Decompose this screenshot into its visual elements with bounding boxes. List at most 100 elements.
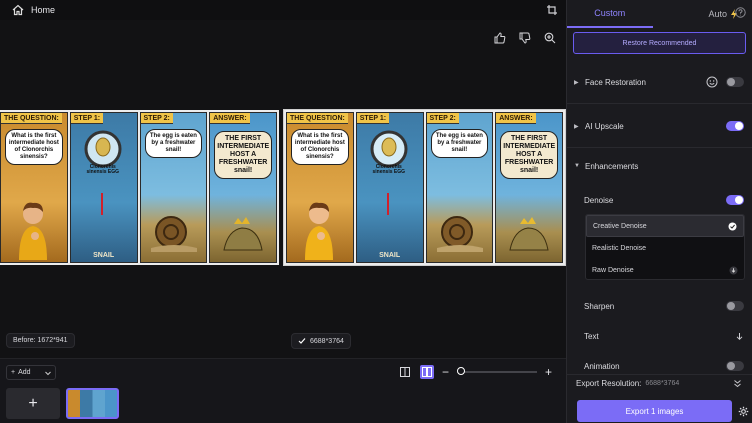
sharpen-toggle[interactable] [726, 301, 744, 311]
enhancements-row[interactable]: ▼ Enhancements [566, 158, 752, 174]
add-dropdown-button[interactable]: + Add [6, 365, 56, 380]
after-image: THE QUESTION: What is the first intermed… [283, 109, 566, 266]
comic-panel: STEP 1: Clonorchis sinensis EGG SNAIL [355, 112, 424, 263]
tab-custom-label: Custom [594, 8, 626, 18]
plus-icon: + [11, 369, 16, 376]
denoise-toggle[interactable] [726, 195, 744, 205]
ai-upscale-row[interactable]: ▶ AI Upscale [566, 118, 752, 134]
comic-panel: STEP 2: The egg is eaten by a freshwater… [139, 112, 208, 263]
face-restoration-label: Face Restoration [585, 77, 646, 87]
speech-bubble: What is the first intermediate host of C… [5, 129, 63, 165]
option-label: Creative Denoise [593, 222, 647, 230]
speech-bubble: What is the first intermediate host of C… [291, 129, 349, 165]
tab-auto-label: Auto [708, 9, 727, 19]
text-row[interactable]: Text [576, 328, 752, 344]
caret-right-icon: ▶ [574, 123, 579, 130]
download-icon[interactable] [729, 266, 738, 275]
enhancements-label: Enhancements [585, 161, 639, 171]
image-thumbnail[interactable] [66, 388, 119, 419]
denoise-option-raw[interactable]: Raw Denoise [586, 259, 744, 281]
panel-title: ANSWER: [496, 113, 536, 124]
red-arrow [100, 193, 103, 215]
help-icon[interactable] [735, 7, 746, 18]
app-window: Home THE QUESTION: What is the first int… [0, 0, 752, 423]
face-icon[interactable] [706, 76, 718, 88]
text-label: Text [584, 331, 599, 341]
export-resolution-label: Export Resolution: [576, 379, 642, 388]
view-controls: − + [398, 365, 552, 379]
boy-illustration [305, 202, 333, 260]
single-view-icon [400, 367, 410, 377]
boy-illustration [19, 202, 47, 260]
top-bar: Home [0, 0, 566, 20]
thumbs-up-icon[interactable] [494, 32, 506, 44]
zoom-slider[interactable] [457, 367, 538, 375]
denoise-row[interactable]: Denoise [576, 192, 752, 208]
option-label: Realistic Denoise [592, 244, 647, 252]
mode-tabs: Custom Auto [567, 0, 752, 28]
animation-label: Animation [584, 361, 620, 371]
zoom-in-icon[interactable] [544, 32, 556, 44]
comic-panel: ANSWER: THE FIRST INTERMEDIATE HOST A FR… [209, 112, 277, 263]
divider [566, 147, 752, 148]
single-view-button[interactable] [398, 365, 412, 379]
egg-label: Clonorchis sinensis EGG [372, 164, 405, 175]
tab-custom[interactable]: Custom [567, 0, 653, 28]
thumbs-down-icon[interactable] [519, 32, 531, 44]
canvas-toolbar [494, 32, 556, 44]
snail-label: SNAIL [93, 252, 115, 259]
speech-bubble: The egg is eaten by a freshwater snail! [430, 129, 489, 158]
comic-panel: ANSWER: THE FIRST INTERMEDIATE HOST A FR… [495, 112, 563, 263]
snail-king-illustration [223, 217, 263, 251]
panel-title: STEP 2: [426, 113, 459, 124]
snail-label: SNAIL [379, 252, 401, 259]
check-circle-icon [728, 222, 737, 230]
divider [566, 103, 752, 104]
compare-view-button[interactable] [420, 365, 434, 379]
download-arrow-icon[interactable] [735, 332, 744, 341]
ai-upscale-label: AI Upscale [585, 121, 624, 131]
export-button[interactable]: Export 1 images [577, 400, 732, 422]
export-resolution-row[interactable]: Export Resolution: 6688*3764 [566, 374, 752, 392]
answer-bubble: THE FIRST INTERMEDIATE HOST A FRESHWATER… [500, 131, 558, 179]
panel-title: STEP 2: [140, 113, 173, 124]
home-icon[interactable] [12, 4, 24, 16]
comic-panel: THE QUESTION: What is the first intermed… [286, 112, 354, 263]
add-image-tile[interactable]: + [6, 388, 60, 419]
sharpen-row[interactable]: Sharpen [576, 298, 752, 314]
denoise-label: Denoise [584, 195, 614, 205]
chevron-down-icon [45, 371, 51, 375]
crop-icon[interactable] [546, 4, 558, 16]
double-chevron-down-icon[interactable] [733, 379, 742, 388]
animation-row[interactable]: Animation [576, 358, 752, 374]
thumbnail-strip: + Add + − + [0, 358, 566, 423]
before-resolution-tag: Before: 1672*941 [6, 333, 75, 348]
denoise-options-list: Creative Denoise Realistic Denoise Raw D… [585, 214, 745, 280]
zoom-in-button[interactable]: + [545, 366, 552, 378]
image-canvas[interactable]: THE QUESTION: What is the first intermed… [0, 20, 566, 358]
before-image: THE QUESTION: What is the first intermed… [0, 110, 279, 265]
denoise-option-creative[interactable]: Creative Denoise [586, 215, 744, 237]
check-icon [298, 338, 306, 344]
restore-recommended-button[interactable]: Restore Recommended [573, 32, 746, 54]
panel-title: STEP 1: [356, 113, 390, 124]
face-restoration-row[interactable]: ▶ Face Restoration [566, 74, 752, 90]
home-link[interactable]: Home [31, 5, 55, 15]
snail-king-illustration [509, 217, 549, 251]
red-arrow [386, 193, 389, 215]
comic-panel: STEP 2: The egg is eaten by a freshwater… [425, 112, 494, 263]
speech-bubble: The egg is eaten by a freshwater snail! [144, 129, 203, 158]
zoom-out-button[interactable]: − [442, 366, 449, 378]
comic-panel: THE QUESTION: What is the first intermed… [0, 112, 68, 263]
denoise-option-realistic[interactable]: Realistic Denoise [586, 237, 744, 259]
answer-bubble: THE FIRST INTERMEDIATE HOST A FRESHWATER… [214, 131, 272, 179]
zoom-slider-handle[interactable] [457, 367, 466, 375]
panel-title: ANSWER: [210, 113, 250, 124]
snail-illustration [436, 216, 483, 252]
gear-icon[interactable] [738, 406, 749, 417]
animation-toggle[interactable] [726, 361, 744, 371]
caret-right-icon: ▶ [574, 79, 579, 86]
comic-panel: STEP 1: Clonorchis sinensis EGG SNAIL [69, 112, 138, 263]
face-restoration-toggle[interactable] [726, 77, 744, 87]
ai-upscale-toggle[interactable] [726, 121, 744, 131]
